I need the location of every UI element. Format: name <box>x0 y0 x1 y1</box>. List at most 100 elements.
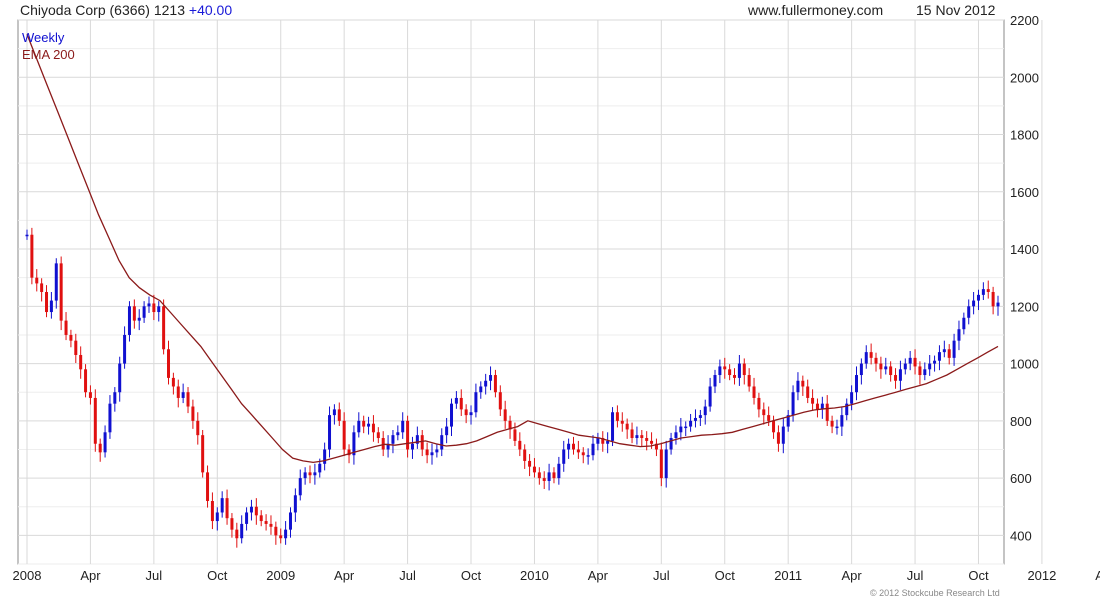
weekly-candle <box>845 398 849 421</box>
weekly-candle <box>562 440 566 472</box>
weekly-candle <box>254 498 258 525</box>
weekly-candle <box>630 422 634 444</box>
weekly-candle <box>820 396 824 419</box>
weekly-candle <box>781 417 785 454</box>
weekly-candle <box>230 513 234 538</box>
x-tick-label: 2012 <box>1027 568 1056 583</box>
weekly-candle <box>967 299 971 325</box>
weekly-candle <box>396 425 400 441</box>
weekly-candle <box>167 340 171 385</box>
weekly-candle <box>201 430 205 478</box>
legend-weekly: Weekly <box>22 30 65 45</box>
weekly-candle <box>640 430 644 447</box>
weekly-candle <box>40 278 44 302</box>
x-tick-label: Apr <box>80 568 101 583</box>
price-chart: 400 600 800 1000 1200 1400 1600 1800 2000 2200 20… <box>13 13 1100 598</box>
weekly-candle <box>615 405 619 428</box>
weekly-candle <box>386 435 390 458</box>
weekly-candle <box>840 406 844 437</box>
weekly-candle <box>772 415 776 439</box>
weekly-candle <box>64 312 68 341</box>
weekly-candle <box>786 409 790 432</box>
weekly-candle <box>747 368 751 392</box>
weekly-candle <box>464 404 468 424</box>
weekly-candle <box>196 412 200 445</box>
weekly-candle <box>279 528 283 544</box>
weekly-candle <box>191 399 195 429</box>
weekly-candle <box>815 398 819 418</box>
weekly-candle <box>903 358 907 375</box>
weekly-candle <box>401 412 405 439</box>
weekly-candle <box>806 379 810 404</box>
weekly-candle <box>157 301 161 322</box>
weekly-candle <box>269 515 273 535</box>
weekly-candle <box>976 289 980 311</box>
weekly-candle <box>596 432 600 451</box>
weekly-candle <box>552 467 556 484</box>
weekly-candle <box>708 377 712 412</box>
weekly-candle <box>962 312 966 335</box>
weekly-candle <box>357 412 361 438</box>
weekly-candle <box>69 329 73 348</box>
weekly-candle <box>352 425 356 465</box>
weekly-candle <box>635 426 639 445</box>
weekly-candle <box>108 395 112 439</box>
weekly-candle <box>586 448 590 465</box>
weekly-candle <box>757 392 761 418</box>
weekly-candle <box>737 354 741 386</box>
weekly-candle <box>937 345 941 371</box>
weekly-candle <box>430 443 434 465</box>
weekly-candle <box>171 372 175 395</box>
weekly-candle <box>689 413 693 432</box>
weekly-candle <box>557 456 561 485</box>
weekly-candle <box>235 522 239 548</box>
weekly-candle <box>898 360 902 391</box>
weekly-candle <box>713 369 717 394</box>
weekly-candle <box>547 463 551 491</box>
weekly-candle <box>791 385 795 422</box>
weekly-candle <box>576 440 580 459</box>
weekly-candle <box>313 463 317 485</box>
weekly-candle <box>98 438 102 462</box>
weekly-candle <box>723 357 727 379</box>
weekly-candle <box>923 362 927 381</box>
weekly-candle <box>981 282 985 301</box>
weekly-candle <box>323 442 327 471</box>
weekly-candle <box>591 435 595 461</box>
weekly-candle <box>284 521 288 545</box>
weekly-candle <box>293 488 297 522</box>
x-tick-label: Jul <box>399 568 416 583</box>
weekly-candle <box>25 229 29 240</box>
weekly-candle <box>645 431 649 451</box>
weekly-candle <box>176 379 180 408</box>
x-tick-label: 2008 <box>13 568 42 583</box>
x-tick-label: Oct <box>968 568 989 583</box>
weekly-candle <box>776 425 780 452</box>
weekly-candle <box>459 389 463 416</box>
weekly-candle <box>474 383 478 418</box>
weekly-candle <box>952 333 956 366</box>
y-tick-label: 1400 <box>1010 242 1039 257</box>
weekly-candle <box>249 499 253 521</box>
weekly-candle <box>830 415 834 434</box>
weekly-candle <box>435 444 439 458</box>
weekly-candle <box>859 358 863 385</box>
weekly-candle <box>894 368 898 389</box>
weekly-candle <box>542 471 546 489</box>
weekly-candle <box>669 432 673 455</box>
weekly-candle <box>825 395 829 426</box>
weekly-candle <box>74 333 78 364</box>
weekly-candle <box>59 256 63 331</box>
weekly-candle <box>532 458 536 478</box>
weekly-candle <box>698 409 702 426</box>
weekly-candle <box>889 361 893 382</box>
weekly-candle <box>854 366 858 401</box>
weekly-candle <box>884 357 888 375</box>
weekly-candle <box>996 295 1000 316</box>
weekly-candle <box>918 361 922 385</box>
weekly-candle <box>288 507 292 538</box>
x-tick-label: Jul <box>653 568 670 583</box>
weekly-candle <box>503 400 507 429</box>
y-tick-label: 400 <box>1010 528 1032 543</box>
weekly-candle <box>620 412 624 432</box>
